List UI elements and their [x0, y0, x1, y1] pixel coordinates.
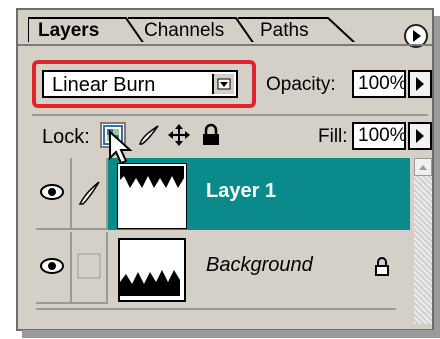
fill-slider-button[interactable]	[408, 122, 432, 150]
scroll-up-button[interactable]	[414, 158, 432, 176]
layers-scrollbar[interactable]	[414, 158, 432, 324]
tab-paths[interactable]: Paths	[260, 20, 309, 42]
brush-icon	[138, 125, 159, 145]
jagged-thumbnail-icon	[120, 270, 180, 296]
play-arrow-icon	[413, 30, 421, 42]
shadow	[22, 330, 440, 338]
lock-all-button[interactable]	[198, 122, 224, 148]
layer-thumbnail	[118, 238, 186, 302]
lock-image-pixels-button[interactable]	[136, 122, 162, 148]
blend-mode-dropdown-button[interactable]	[212, 74, 234, 94]
arrow-up-icon	[419, 165, 427, 170]
fill-input[interactable]: 100%	[352, 122, 407, 150]
panel-tabs: Layers Channels Paths	[28, 16, 428, 48]
visibility-toggle[interactable]	[36, 158, 72, 230]
lock-position-button[interactable]	[166, 122, 192, 148]
fill-label: Fill:	[318, 126, 348, 147]
layer-link-toggle[interactable]	[72, 232, 108, 304]
layer-link-toggle[interactable]	[72, 158, 108, 230]
lock-icon	[375, 257, 389, 276]
layer-locked-indicator	[372, 256, 392, 283]
layers-list: Layer 1 Background	[36, 156, 432, 324]
opacity-input[interactable]: 100%	[352, 70, 407, 98]
tab-layers[interactable]: Layers	[38, 20, 99, 42]
opacity-label: Opacity:	[266, 74, 336, 95]
layer-row[interactable]: Layer 1	[36, 158, 410, 230]
layer-name: Layer 1	[206, 180, 277, 202]
blend-mode-select[interactable]: Linear Burn	[42, 70, 238, 98]
layer-name: Background	[206, 254, 313, 276]
screenshot-frame: Layers Channels Paths Linear Burn Opacit…	[0, 0, 440, 339]
blend-mode-value: Linear Burn	[52, 74, 156, 96]
lock-label: Lock:	[42, 126, 90, 148]
play-arrow-icon	[416, 129, 424, 143]
brush-icon	[78, 181, 100, 205]
divider	[32, 114, 428, 116]
opacity-slider-button[interactable]	[408, 70, 432, 98]
mouse-pointer-icon	[109, 130, 133, 165]
move-arrows-icon	[168, 124, 190, 146]
lock-icon	[203, 123, 219, 145]
eye-icon	[40, 258, 64, 274]
chevron-down-icon	[217, 78, 231, 90]
jagged-thumbnail-icon	[120, 166, 184, 188]
layer-row[interactable]: Background	[36, 232, 410, 304]
layers-panel: Layers Channels Paths Linear Burn Opacit…	[16, 8, 440, 334]
list-footer	[36, 308, 396, 326]
play-arrow-icon	[416, 77, 424, 91]
tab-channels[interactable]: Channels	[144, 20, 224, 42]
visibility-toggle[interactable]	[36, 232, 72, 304]
layer-thumbnail	[117, 163, 187, 229]
empty-link-box-icon	[77, 253, 101, 279]
tab-underline	[18, 44, 432, 46]
eye-icon	[40, 184, 64, 200]
